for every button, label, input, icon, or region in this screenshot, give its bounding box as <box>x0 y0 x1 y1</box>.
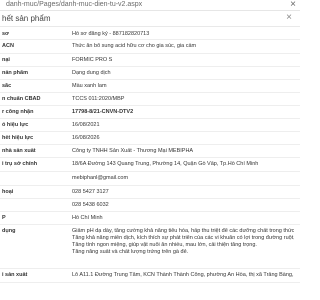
row-label: i trụ sở chính <box>2 161 38 167</box>
usage-line: Tăng năng suất và chất lượng trứng trên … <box>72 249 189 255</box>
row-label: sắc <box>2 83 12 89</box>
row-value: Thức ăn bổ sung acid hữu cơ cho gia súc,… <box>72 43 197 49</box>
row-value: Hồ Chí Minh <box>72 215 103 221</box>
row-value: 028 5438 6032 <box>72 202 109 208</box>
row-color: sắc Màu xanh lam <box>0 80 300 93</box>
row-label: hoại <box>2 189 14 195</box>
row-phone: hoại 028 5427 3127 <box>0 186 300 199</box>
row-manufacturer: nhà sản xuất Công ty TNHH Sản Xuất - Thươ… <box>0 145 300 158</box>
row-expiry-date: hết hiệu lực 16/08/2026 <box>0 132 300 145</box>
usage-line: Tăng khả năng miễn dịch, kích thích sự p… <box>72 235 294 241</box>
row-recognition-number: r công nhận 17798-8/21-CNVN-DTV2 <box>0 106 300 119</box>
row-value: mebiphanl@gmail.com <box>72 175 129 181</box>
row-value: Dạng dung dịch <box>72 70 111 76</box>
row-email: mebiphanl@gmail.com <box>0 172 300 186</box>
close-icon[interactable]: × <box>286 12 292 24</box>
row-value: Công ty TNHH Sản Xuất - Thương Mại MEBIP… <box>72 148 194 154</box>
row-label: r công nhận <box>2 109 34 115</box>
row-label: P <box>2 215 6 221</box>
row-headquarters: i trụ sở chính 18/6A Đường 143 Quang Trun… <box>0 158 300 172</box>
row-label: ACN <box>2 43 14 49</box>
row-value: 17798-8/21-CNVN-DTV2 <box>72 109 134 115</box>
row-effective-date: ó hiệu lực 16/08/2021 <box>0 119 300 132</box>
row-form: nản phẩm Dạng dung dịch <box>0 67 300 80</box>
row-label: sơ <box>2 31 9 37</box>
row-label: n chuẩn CBAD <box>2 96 41 102</box>
row-label: nhà sản xuất <box>2 148 36 154</box>
row-label: nản phẩm <box>2 70 28 76</box>
row-value: 028 5427 3127 <box>72 189 109 195</box>
row-label: dụng <box>2 228 16 234</box>
modal-title: hết sản phẩm <box>2 14 51 23</box>
browser-address-bar[interactable]: danh-muc/Pages/danh-muc-dien-tu-v2.aspx … <box>0 0 300 11</box>
window-close-icon[interactable]: × <box>290 0 296 10</box>
row-value: FORMIC PRO S <box>72 57 113 63</box>
row-standard: n chuẩn CBAD TCCS 011:2020/MBP <box>0 93 300 106</box>
row-label: ó hiệu lực <box>2 122 29 128</box>
row-registration: sơ Hồ sơ đăng ký - 887182820713 <box>0 28 300 40</box>
usage-text: Giảm pH dạ dày, tăng cường khả năng tiêu… <box>72 228 294 256</box>
row-label: i sản xuất <box>2 272 28 278</box>
row-category: ACN Thức ăn bổ sung acid hữu cơ cho gia s… <box>0 40 300 54</box>
row-product-name: nại FORMIC PRO S <box>0 54 300 67</box>
row-value: Lô A11.1 Đường Trung Tâm, KCN Thành Thàn… <box>72 272 294 278</box>
modal-header: hết sản phẩm × <box>0 11 300 27</box>
row-value: TCCS 011:2020/MBP <box>72 96 125 102</box>
row-value: 18/6A Đường 143 Quang Trung, Phường 14, … <box>72 161 259 167</box>
url-text: danh-muc/Pages/danh-muc-dien-tu-v2.aspx <box>6 1 143 8</box>
row-value: 16/08/2021 <box>72 122 100 128</box>
row-label: nại <box>2 57 10 63</box>
row-fax: 028 5438 6032 <box>0 199 300 212</box>
usage-line: Giảm pH dạ dày, tăng cường khả năng tiêu… <box>72 228 294 234</box>
row-value: Hồ sơ đăng ký - 887182820713 <box>72 31 150 37</box>
row-production-address: i sản xuất Lô A11.1 Đường Trung Tâm, KCN … <box>0 269 300 283</box>
row-label: hết hiệu lực <box>2 135 34 141</box>
row-value: 16/08/2026 <box>72 135 100 141</box>
row-value: Màu xanh lam <box>72 83 107 89</box>
product-detail-table: sơ Hồ sơ đăng ký - 887182820713 ACN Thức ă… <box>0 28 300 283</box>
row-usage: dụng Giảm pH dạ dày, tăng cường khả năng… <box>0 225 300 269</box>
usage-line: Tăng tính ngon miệng, giúp vật nuôi ăn n… <box>72 242 257 248</box>
row-province: P Hồ Chí Minh <box>0 212 300 225</box>
